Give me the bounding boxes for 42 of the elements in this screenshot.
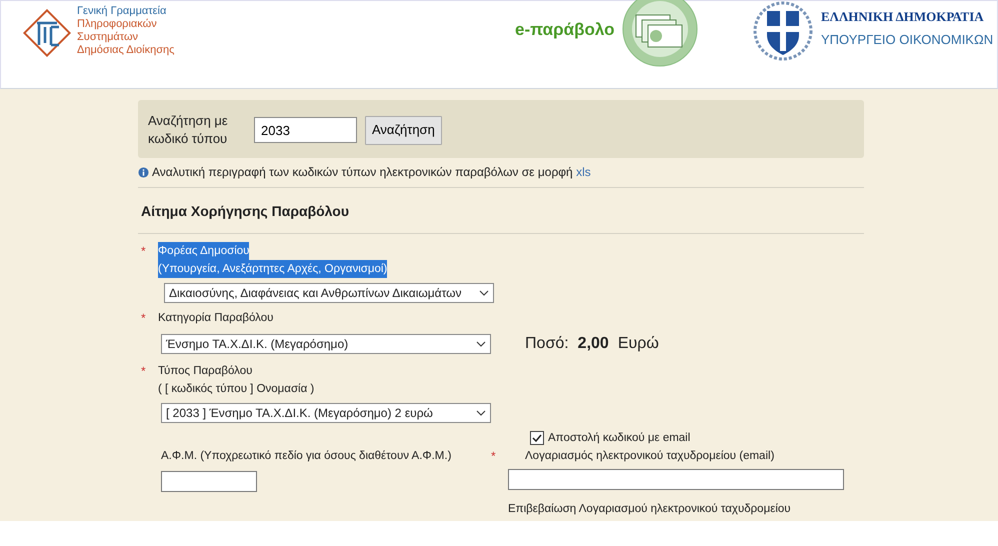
agency-subtitle: Συστημάτων: [77, 31, 140, 44]
agency-subtitle: Δημόσιας Διοίκησης: [77, 44, 174, 57]
chevron-down-icon: [476, 410, 486, 416]
xls-link[interactable]: xls: [576, 165, 591, 179]
required-asterisk: *: [490, 448, 497, 465]
afm-input-field[interactable]: [161, 471, 257, 492]
required-asterisk: *: [140, 310, 147, 327]
agency-name: Γενική Γραμματεία: [77, 5, 168, 18]
checkbox-label: Αποστολή κωδικού με email: [548, 431, 690, 446]
email-input-field[interactable]: [508, 469, 844, 490]
currency-label: Ευρώ: [618, 334, 659, 354]
info-text: Αναλυτική περιγραφή των κωδικών τύπων ηλεκτρονικών παραβόλων σε μορφή xls: [152, 164, 591, 181]
chevron-down-icon: [476, 341, 486, 347]
search-label: Αναζήτηση με κωδικό τύπου: [148, 112, 229, 148]
code-input-field[interactable]: 2033: [254, 117, 357, 143]
field-label: Φορέας Δημοσίου: [158, 242, 250, 260]
dropdown[interactable]: [ 2033 ] Ένσημο ΤΑ.Χ.ΔΙ.Κ. (Μεγαρόσημο) 2 ευρώ: [161, 403, 491, 423]
required-asterisk: *: [140, 243, 147, 260]
banknotes-logo-icon: [622, 0, 698, 67]
field-label: Επιβεβαίωση Λογαριασμού ηλεκτρονικού ταχυδρομείου: [508, 502, 792, 517]
section-title: Αίτημα Χορήγησης Παραβόλου: [140, 202, 350, 221]
chevron-down-icon: [479, 290, 489, 296]
field-hint: ( [ κωδικός τύπου ] Ονομασία ): [158, 382, 314, 397]
amount-label: Ποσό:: [525, 334, 569, 354]
agency-logo-icon: [23, 9, 71, 57]
field-label: Κατηγορία Παραβόλου: [158, 311, 274, 326]
dropdown[interactable]: Ένσημο ΤΑ.Χ.ΔΙ.Κ. (Μεγαρόσημο): [161, 334, 491, 354]
search-button[interactable]: Αναζήτηση: [365, 116, 442, 144]
field-label: Α.Φ.Μ. (Υποχρεωτικό πεδίο για όσους διαθέτουν Α.Φ.Μ.): [161, 449, 452, 464]
field-hint: (Υπουργεία, Ανεξάρτητες Αρχές, Οργανισμοί): [158, 260, 388, 278]
checkbox[interactable]: [530, 431, 544, 445]
info-icon: [138, 166, 149, 178]
ministry-name: ΥΠΟΥΡΓΕΙΟ ΟΙΚΟΝΟΜΙΚΩΝ: [821, 30, 994, 48]
field-label: Τύπος Παραβόλου: [158, 364, 252, 379]
field-label: Λογαριασμός ηλεκτρονικού ταχυδρομείου (email): [525, 449, 774, 464]
amount-value: 2,00: [578, 334, 609, 354]
app-title: e-παράβολο: [515, 19, 614, 41]
dropdown[interactable]: Δικαιοσύνης, Διαφάνειας και Ανθρωπίνων Δικαιωμάτων: [164, 283, 494, 303]
country-name: ΕΛΛΗΝΙΚΗ ΔΗΜΟΚΡΑΤΙΑ: [821, 8, 985, 26]
coat-of-arms-icon: [753, 1, 813, 61]
agency-subtitle: Πληροφοριακών: [77, 18, 158, 31]
required-asterisk: *: [140, 363, 147, 380]
